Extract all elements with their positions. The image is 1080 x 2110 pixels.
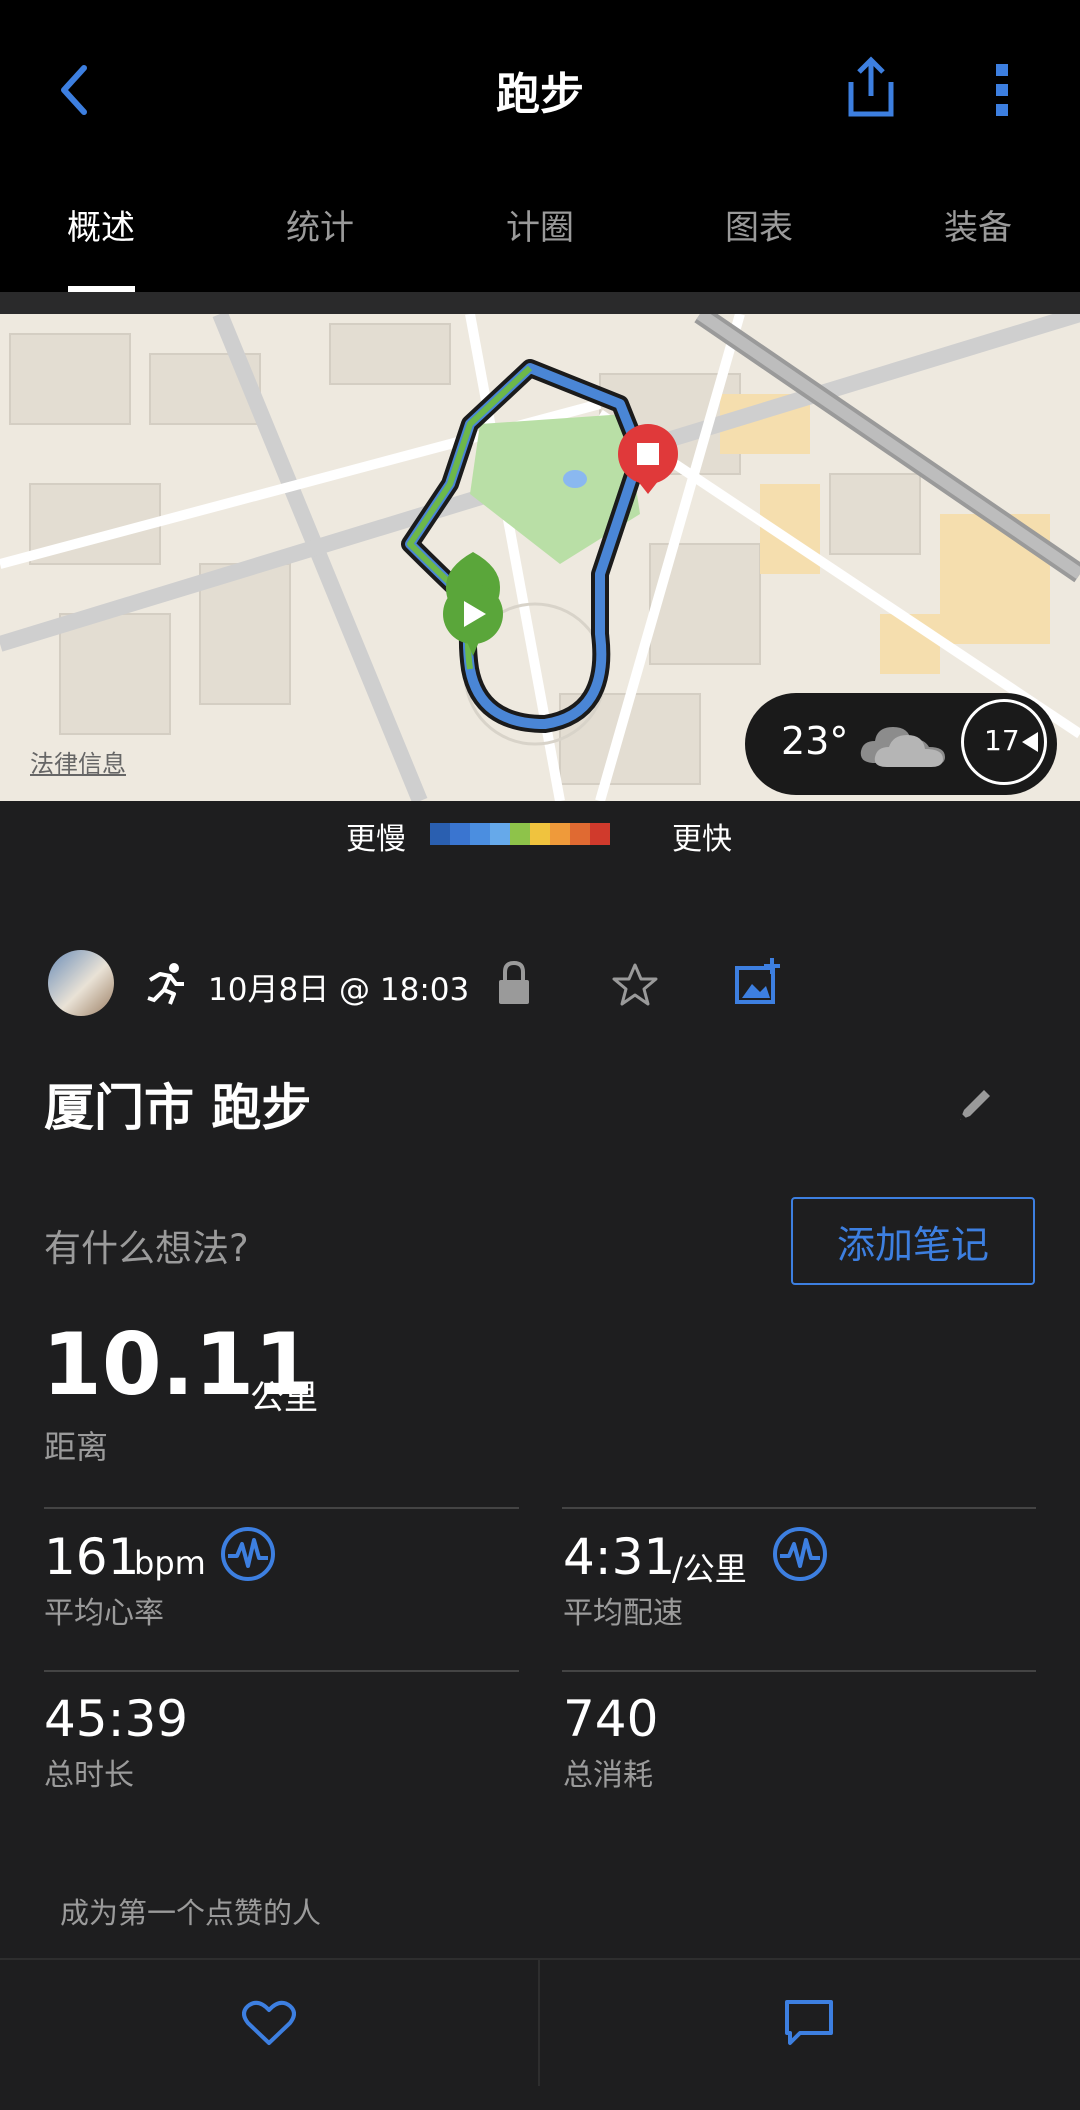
heart-rate-unit: bpm [134, 1544, 206, 1582]
edit-pencil-icon[interactable] [956, 1084, 996, 1124]
pace-color-swatch [590, 823, 610, 845]
bottom-action-bar [0, 1958, 1080, 2086]
share-icon[interactable] [846, 56, 896, 118]
divider [562, 1670, 1036, 1672]
page-title: 跑步 [496, 69, 584, 120]
tab-laps[interactable]: 计圈 [465, 200, 615, 249]
comment-button[interactable] [540, 1960, 1078, 2086]
wind-dial: 17 [961, 699, 1047, 785]
legal-info-link[interactable]: 法律信息 [30, 744, 126, 779]
legend-slower: 更慢 [346, 822, 406, 857]
heart-rate-label: 平均心率 [44, 1596, 164, 1631]
pace-unit: /公里 [672, 1550, 747, 1588]
heart-rate-value: 161 [44, 1528, 140, 1586]
tab-gear[interactable]: 装备 [903, 200, 1053, 249]
add-photo-icon[interactable] [734, 956, 782, 1006]
like-button[interactable] [0, 1960, 540, 2086]
divider [44, 1507, 519, 1509]
distance-unit: 公里 [250, 1378, 318, 1418]
avatar[interactable] [48, 950, 114, 1016]
duration-value: 45:39 [44, 1690, 189, 1748]
wind-speed: 17 [984, 724, 1020, 757]
tab-stats[interactable]: 统计 [245, 200, 395, 249]
likes-text: 成为第一个点赞的人 [60, 1896, 322, 1930]
wind-direction-icon [1022, 732, 1038, 752]
divider [562, 1507, 1036, 1509]
cloud-icon [860, 727, 945, 767]
pace-chart-icon[interactable] [772, 1526, 828, 1582]
divider [0, 292, 1080, 314]
pace-color-swatch [470, 823, 490, 845]
more-vertical-icon[interactable] [992, 62, 1012, 118]
activity-title: 厦门市 跑步 [44, 1079, 312, 1137]
lock-icon[interactable] [496, 960, 532, 1006]
pace-label: 平均配速 [563, 1596, 683, 1631]
tab-overview[interactable]: 概述 [26, 200, 176, 249]
pace-color-swatch [550, 823, 570, 845]
weather-badge[interactable]: 23° 17 [745, 693, 1057, 795]
comment-icon [785, 2000, 833, 2045]
pace-color-swatch [510, 823, 530, 845]
note-prompt[interactable]: 有什么想法? [44, 1218, 249, 1272]
running-icon [147, 963, 184, 1005]
chevron-left-icon[interactable] [56, 62, 92, 118]
pace-color-scale [430, 823, 610, 845]
calories-value: 740 [563, 1690, 659, 1748]
heart-icon [242, 2000, 296, 2045]
pace-color-swatch [430, 823, 450, 845]
temperature: 23° [781, 719, 849, 763]
star-icon[interactable] [612, 962, 658, 1006]
tab-charts[interactable]: 图表 [684, 200, 834, 249]
add-note-button[interactable]: 添加笔记 [791, 1197, 1035, 1285]
tab-bar: 概述 统计 计圈 图表 装备 [0, 180, 1080, 292]
duration-label: 总时长 [44, 1758, 134, 1793]
pace-color-swatch [450, 823, 470, 845]
app-header: 跑步 [0, 0, 1080, 180]
heart-rate-chart-icon[interactable] [220, 1526, 276, 1582]
pace-color-swatch [570, 823, 590, 845]
calories-label: 总消耗 [563, 1758, 653, 1793]
activity-datetime: 10月8日 @ 18:03 [208, 972, 470, 1008]
divider [44, 1670, 519, 1672]
pace-value: 4:31 [563, 1528, 676, 1586]
distance-label: 距离 [44, 1428, 109, 1466]
pace-color-swatch [530, 823, 550, 845]
legend-faster: 更快 [672, 822, 732, 857]
pace-color-swatch [490, 823, 510, 845]
